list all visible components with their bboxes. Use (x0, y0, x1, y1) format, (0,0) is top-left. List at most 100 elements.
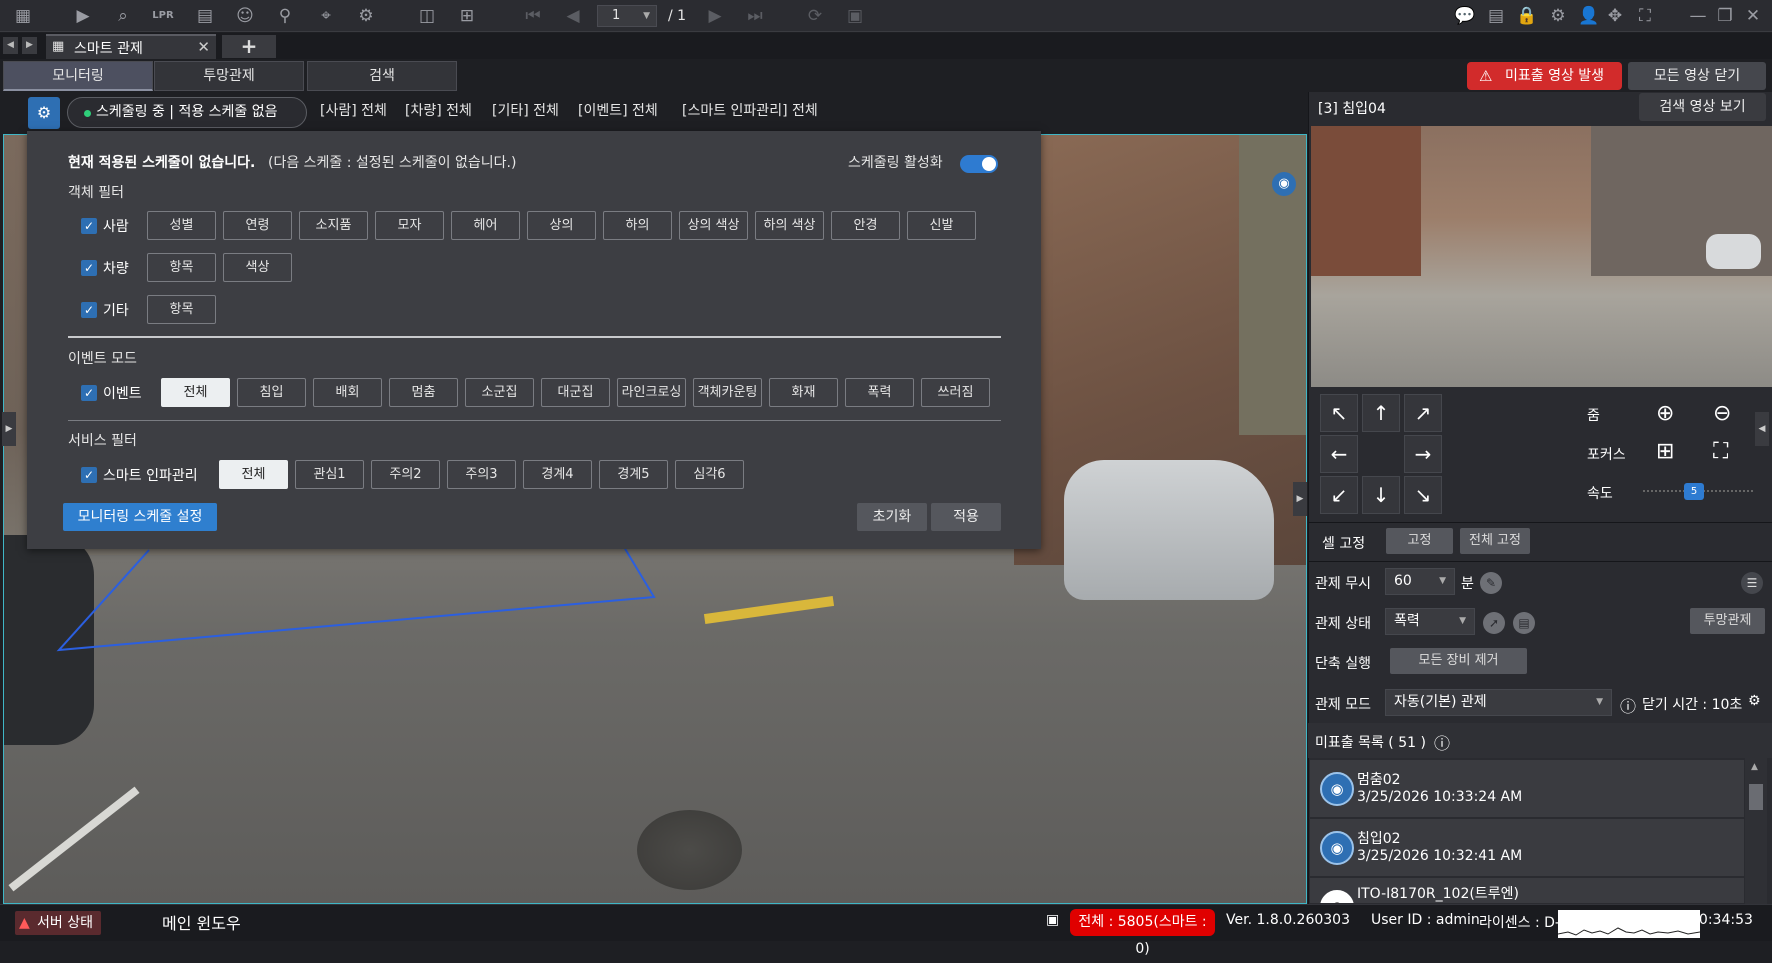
crowd-level-button-4[interactable]: 경계4 (523, 460, 592, 489)
event-type-button-0[interactable]: 전체 (161, 378, 230, 407)
person-attr-button-5[interactable]: 상의 (527, 211, 596, 240)
grid-menu-icon[interactable]: ▦ (10, 4, 36, 28)
remove-all-devices-button[interactable]: 모든 장비 제거 (1390, 648, 1527, 674)
total-count-badge[interactable]: 전체 : 5805(스마트 : 0) (1070, 909, 1215, 957)
event-type-button-2[interactable]: 배회 (313, 378, 382, 407)
event-type-button-6[interactable]: 라인크로싱 (617, 378, 686, 407)
list-scrollbar[interactable]: ▲ (1745, 758, 1767, 904)
monitoring-schedule-button[interactable]: 모니터링 스케줄 설정 (63, 503, 217, 531)
close-window-icon[interactable]: ✕ (1740, 4, 1766, 28)
unexposed-video-button[interactable]: ⚠ 미표출 영상 발생 (1467, 62, 1622, 90)
ptz-up-button[interactable]: ↑ (1362, 394, 1400, 432)
collapse-left-handle[interactable]: ▶ (2, 412, 16, 446)
last-page-icon[interactable]: ⏭ (742, 4, 768, 28)
info-icon[interactable]: ⓘ (1620, 693, 1636, 717)
chat-icon[interactable]: 💬 (1452, 4, 1478, 28)
ptz-right-button[interactable]: → (1404, 435, 1442, 473)
video-play-icon[interactable]: ▶ (70, 4, 96, 28)
vehicle-attr-button-1[interactable]: 색상 (223, 253, 292, 282)
close-tab-icon[interactable]: ✕ (197, 38, 210, 56)
event-type-button-5[interactable]: 대군집 (541, 378, 610, 407)
schedule-status-pill[interactable]: 스케줄링 중 | 적용 스케줄 없음 (67, 97, 307, 128)
fullscreen-icon[interactable]: ⛶ (1632, 4, 1658, 28)
add-tab-button[interactable]: + (222, 35, 276, 58)
event-type-button-9[interactable]: 폭력 (845, 378, 914, 407)
focus-near-icon[interactable]: ⊞ (1656, 439, 1674, 464)
reset-button[interactable]: 초기화 (857, 503, 927, 531)
person-attr-button-0[interactable]: 성별 (147, 211, 216, 240)
scrollbar-thumb[interactable] (1749, 784, 1763, 810)
schedule-settings-icon[interactable]: ⚙ (28, 97, 60, 129)
list-item[interactable]: ◉ 침입02 3/25/2026 10:32:41 AM (1310, 819, 1744, 877)
chip-vehicle[interactable]: [차량] 전체 (405, 100, 472, 120)
scroll-up-icon[interactable]: ▲ (1751, 762, 1758, 772)
control-mode-select[interactable]: 자동(기본) 관제 ▼ (1385, 689, 1612, 716)
chip-person[interactable]: [사람] 전체 (320, 100, 387, 120)
crowd-level-button-5[interactable]: 경계5 (599, 460, 668, 489)
zoom-in-icon[interactable]: ⊕ (1656, 401, 1674, 426)
person-attr-button-10[interactable]: 신발 (907, 211, 976, 240)
tab-scroll-right-icon[interactable]: ▶ (22, 37, 37, 54)
fix-button[interactable]: 고정 (1386, 528, 1453, 554)
camera-preview[interactable] (1311, 126, 1772, 387)
first-page-icon[interactable]: ⏮ (520, 4, 546, 28)
speed-slider-knob[interactable]: 5 (1684, 483, 1704, 500)
person-search-icon[interactable]: ☺ (232, 4, 258, 28)
page-number-select[interactable]: 1 ▼ (597, 5, 657, 27)
timer-settings-icon[interactable]: ⚙ (1748, 693, 1761, 709)
ptz-left-button[interactable]: ← (1320, 435, 1358, 473)
user-icon[interactable]: 👤 (1576, 4, 1602, 28)
map-search-icon[interactable]: ⌖ (313, 4, 339, 28)
refresh-icon[interactable]: ⟳ (802, 4, 828, 28)
event-checkbox[interactable]: ✓ (81, 385, 97, 401)
person-attr-button-7[interactable]: 상의 색상 (679, 211, 748, 240)
crowd-level-button-2[interactable]: 주의2 (371, 460, 440, 489)
person-attr-button-8[interactable]: 하의 색상 (755, 211, 824, 240)
calendar-icon[interactable]: ▤ (192, 4, 218, 28)
snapshot-icon[interactable]: ▣ (842, 4, 868, 28)
search-video-button[interactable]: 검색 영상 보기 (1639, 93, 1766, 121)
person-attr-button-4[interactable]: 헤어 (451, 211, 520, 240)
add-screen-icon[interactable]: ⊞ (454, 4, 480, 28)
fix-all-button[interactable]: 전체 고정 (1460, 528, 1530, 554)
video-search-icon[interactable]: ⌕ (110, 4, 136, 28)
net-control-button[interactable]: 투망관제 (1690, 608, 1765, 634)
server-status-badge[interactable]: ▲ 서버 상태 (15, 911, 101, 935)
vehicle-attr-button-0[interactable]: 항목 (147, 253, 216, 282)
pin-icon[interactable]: ➚ (1483, 612, 1505, 634)
crowd-level-button-0[interactable]: 전체 (219, 460, 288, 489)
ptz-down-button[interactable]: ↓ (1362, 476, 1400, 514)
person-attr-button-6[interactable]: 하의 (603, 211, 672, 240)
document-icon[interactable]: ▤ (1513, 612, 1535, 634)
event-type-button-7[interactable]: 객체카운팅 (693, 378, 762, 407)
tab-smart-control[interactable]: ▦ 스마트 관제 ✕ (46, 34, 216, 59)
schedule-toggle[interactable] (960, 155, 998, 173)
alarm-device-icon[interactable]: ▣ (1046, 912, 1059, 928)
info-icon[interactable]: ⓘ (1434, 730, 1450, 754)
collapse-panel-handle[interactable]: ◀ (1755, 412, 1769, 446)
ptz-down-left-button[interactable]: ↙ (1320, 476, 1358, 514)
move-icon[interactable]: ✥ (1602, 4, 1628, 28)
focus-far-icon[interactable]: ⛶ (1713, 439, 1728, 464)
list-item[interactable]: ◉ ITO-I8170R_102(트루엔) (1310, 878, 1744, 904)
settings-search-icon[interactable]: ⚙ (353, 4, 379, 28)
ptz-up-right-button[interactable]: ↗ (1404, 394, 1442, 432)
ignore-minutes-select[interactable]: 60 ▼ (1385, 568, 1455, 595)
lpr-icon[interactable]: LPR (150, 4, 176, 28)
next-page-icon[interactable]: ▶ (702, 4, 728, 28)
chip-other[interactable]: [기타] 전체 (492, 100, 559, 120)
other-checkbox[interactable]: ✓ (81, 302, 97, 318)
state-select[interactable]: 폭력 ▼ (1385, 608, 1475, 635)
crowd-level-button-3[interactable]: 주의3 (447, 460, 516, 489)
vehicle-checkbox[interactable]: ✓ (81, 260, 97, 276)
chip-crowd[interactable]: [스마트 인파관리] 전체 (682, 100, 818, 120)
person-checkbox[interactable]: ✓ (81, 218, 97, 234)
layout-icon[interactable]: ◫ (414, 4, 440, 28)
mute-icon[interactable]: ✎ (1480, 572, 1502, 594)
close-all-videos-button[interactable]: 모든 영상 닫기 (1628, 62, 1766, 90)
person-attr-button-1[interactable]: 연령 (223, 211, 292, 240)
bicycle-icon[interactable]: ⚲ (272, 4, 298, 28)
zoom-out-icon[interactable]: ⊖ (1713, 401, 1731, 426)
lock-icon[interactable]: 🔒 (1514, 4, 1540, 28)
tab-net-control[interactable]: 투망관제 (154, 61, 304, 91)
